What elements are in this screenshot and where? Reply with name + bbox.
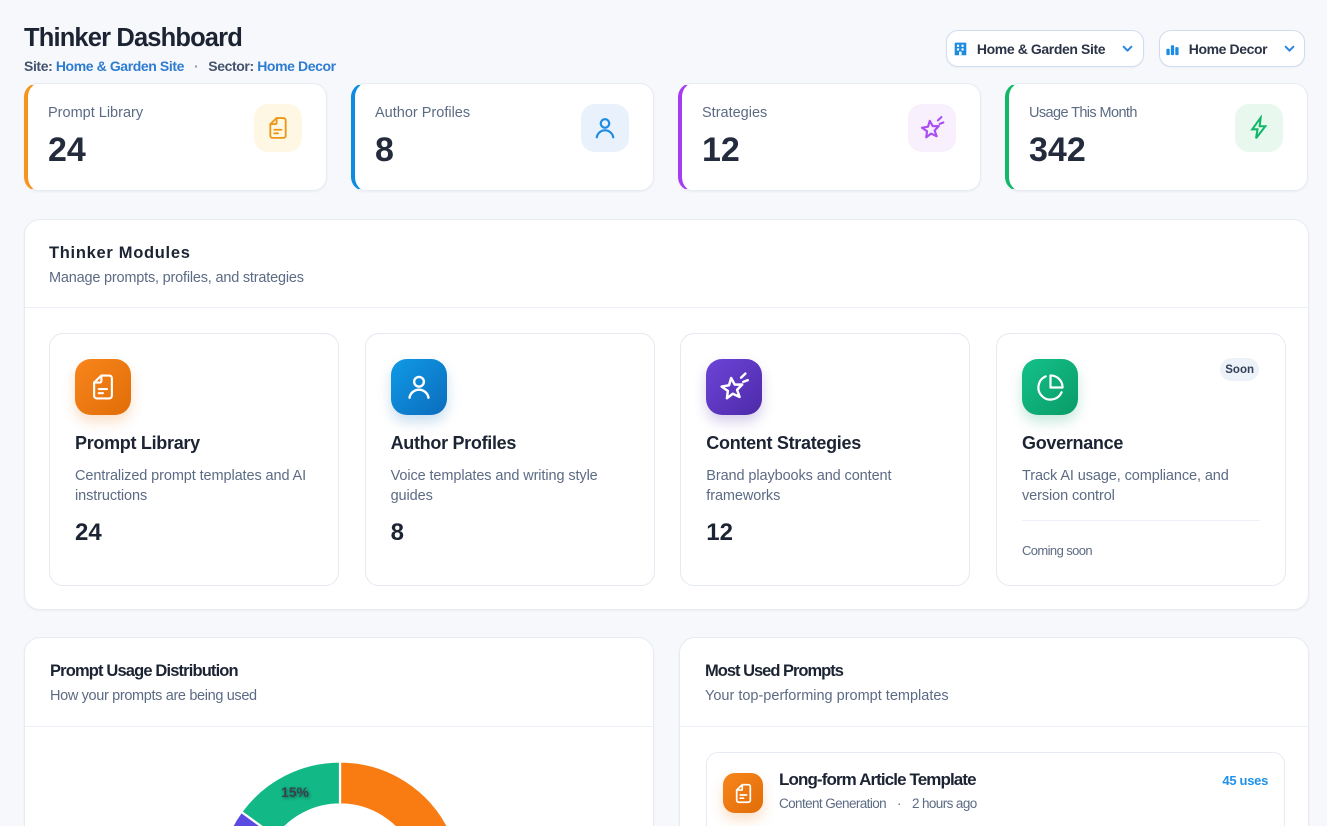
svg-text:15%: 15% bbox=[281, 784, 310, 800]
